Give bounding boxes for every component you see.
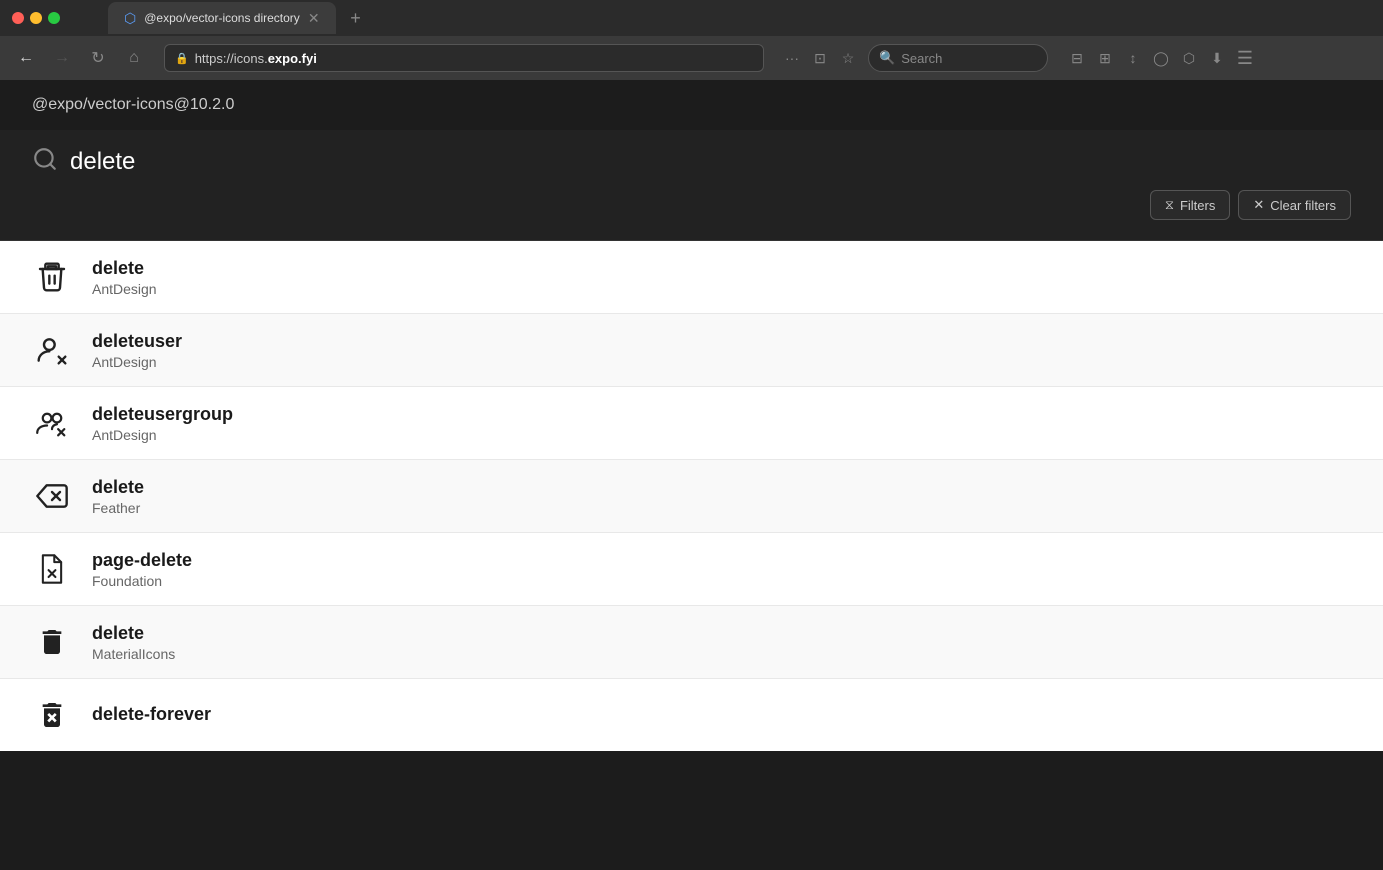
browser-frame: ⬡ @expo/vector-icons directory ✕ + ← → ↻… (0, 0, 1383, 870)
nav-bar: ← → ↻ ⌂ 🔒 https://icons.expo.fyi ··· ⊡ ☆… (0, 36, 1383, 80)
result-info: page-delete Foundation (92, 550, 1351, 589)
search-input-wrap (32, 146, 1351, 178)
pocket-button[interactable]: ⊡ (808, 46, 832, 70)
result-name: deleteuser (92, 331, 1351, 352)
result-item[interactable]: page-delete Foundation (0, 533, 1383, 606)
result-name: deleteusergroup (92, 404, 1351, 425)
sync-icon[interactable]: ↕ (1120, 45, 1146, 71)
result-library: AntDesign (92, 427, 1351, 443)
result-library: Foundation (92, 573, 1351, 589)
result-info: deleteusergroup AntDesign (92, 404, 1351, 443)
result-library: AntDesign (92, 354, 1351, 370)
result-info: delete Feather (92, 477, 1351, 516)
minimize-button[interactable] (30, 12, 42, 24)
result-icon (32, 695, 72, 735)
download-icon[interactable]: ⬇ (1204, 45, 1230, 71)
results-list: delete AntDesign deleteuser AntDesign (0, 241, 1383, 751)
result-info: delete MaterialIcons (92, 623, 1351, 662)
filter-icon: ⧖ (1165, 197, 1174, 213)
filters-row: ⧖ Filters ✕ Clear filters (32, 190, 1351, 220)
search-section: ⧖ Filters ✕ Clear filters (0, 130, 1383, 241)
result-icon (32, 622, 72, 662)
security-lock-icon: 🔒 (175, 52, 189, 65)
reading-mode-icon[interactable]: ⊞ (1092, 45, 1118, 71)
result-library: AntDesign (92, 281, 1351, 297)
filters-button[interactable]: ⧖ Filters (1150, 190, 1231, 220)
result-item[interactable]: delete MaterialIcons (0, 606, 1383, 679)
tab-close-icon[interactable]: ✕ (308, 10, 320, 27)
back-button[interactable]: ← (12, 44, 40, 72)
result-icon (32, 476, 72, 516)
result-name: delete (92, 623, 1351, 644)
result-name: page-delete (92, 550, 1351, 571)
result-info: delete-forever (92, 704, 1351, 727)
url-bar[interactable]: 🔒 https://icons.expo.fyi (164, 44, 764, 72)
forward-button[interactable]: → (48, 44, 76, 72)
result-item[interactable]: deleteusergroup AntDesign (0, 387, 1383, 460)
title-bar: ⬡ @expo/vector-icons directory ✕ + (0, 0, 1383, 36)
package-title: @expo/vector-icons@10.2.0 (32, 96, 234, 113)
url-text: https://icons.expo.fyi (195, 51, 317, 66)
clear-filters-label: Clear filters (1270, 198, 1336, 213)
search-input[interactable] (70, 148, 1351, 176)
result-icon (32, 403, 72, 443)
result-item[interactable]: delete-forever (0, 679, 1383, 751)
home-button[interactable]: ⌂ (120, 44, 148, 72)
result-info: delete AntDesign (92, 258, 1351, 297)
result-name: delete (92, 477, 1351, 498)
browser-search-bar[interactable]: 🔍 Search (868, 44, 1048, 72)
result-library: MaterialIcons (92, 646, 1351, 662)
result-item[interactable]: deleteuser AntDesign (0, 314, 1383, 387)
extensions-icon[interactable]: ⬡ (1176, 45, 1202, 71)
tab-title: @expo/vector-icons directory (144, 11, 300, 25)
fullscreen-button[interactable] (48, 12, 60, 24)
library-icon[interactable]: ⊟ (1064, 45, 1090, 71)
result-library: Feather (92, 500, 1351, 516)
traffic-lights (12, 12, 60, 24)
reload-button[interactable]: ↻ (84, 44, 112, 72)
active-tab[interactable]: ⬡ @expo/vector-icons directory ✕ (108, 2, 336, 34)
filters-label: Filters (1180, 198, 1215, 213)
page-content: @expo/vector-icons@10.2.0 ⧖ Filters (0, 80, 1383, 870)
result-name: delete (92, 258, 1351, 279)
nav-actions: ··· ⊡ ☆ (780, 46, 860, 70)
result-icon (32, 330, 72, 370)
more-options-button[interactable]: ··· (780, 46, 804, 70)
result-info: deleteuser AntDesign (92, 331, 1351, 370)
close-button[interactable] (12, 12, 24, 24)
result-icon (32, 257, 72, 297)
profile-icon[interactable]: ◯ (1148, 45, 1174, 71)
clear-filters-button[interactable]: ✕ Clear filters (1238, 190, 1351, 220)
clear-filters-x-icon: ✕ (1253, 197, 1264, 213)
result-item[interactable]: delete Feather (0, 460, 1383, 533)
browser-search-label: Search (901, 51, 942, 66)
bookmark-button[interactable]: ☆ (836, 46, 860, 70)
result-icon (32, 549, 72, 589)
hamburger-menu-button[interactable]: ☰ (1232, 45, 1258, 71)
browser-search-icon: 🔍 (879, 50, 895, 66)
result-name: delete-forever (92, 704, 1351, 725)
page-header: @expo/vector-icons@10.2.0 (0, 80, 1383, 130)
search-icon (32, 146, 58, 178)
new-tab-button[interactable]: + (344, 6, 368, 30)
result-item[interactable]: delete AntDesign (0, 241, 1383, 314)
toolbar-icons: ⊟ ⊞ ↕ ◯ ⬡ ⬇ ☰ (1064, 45, 1258, 71)
tab-favicon-icon: ⬡ (124, 10, 136, 27)
